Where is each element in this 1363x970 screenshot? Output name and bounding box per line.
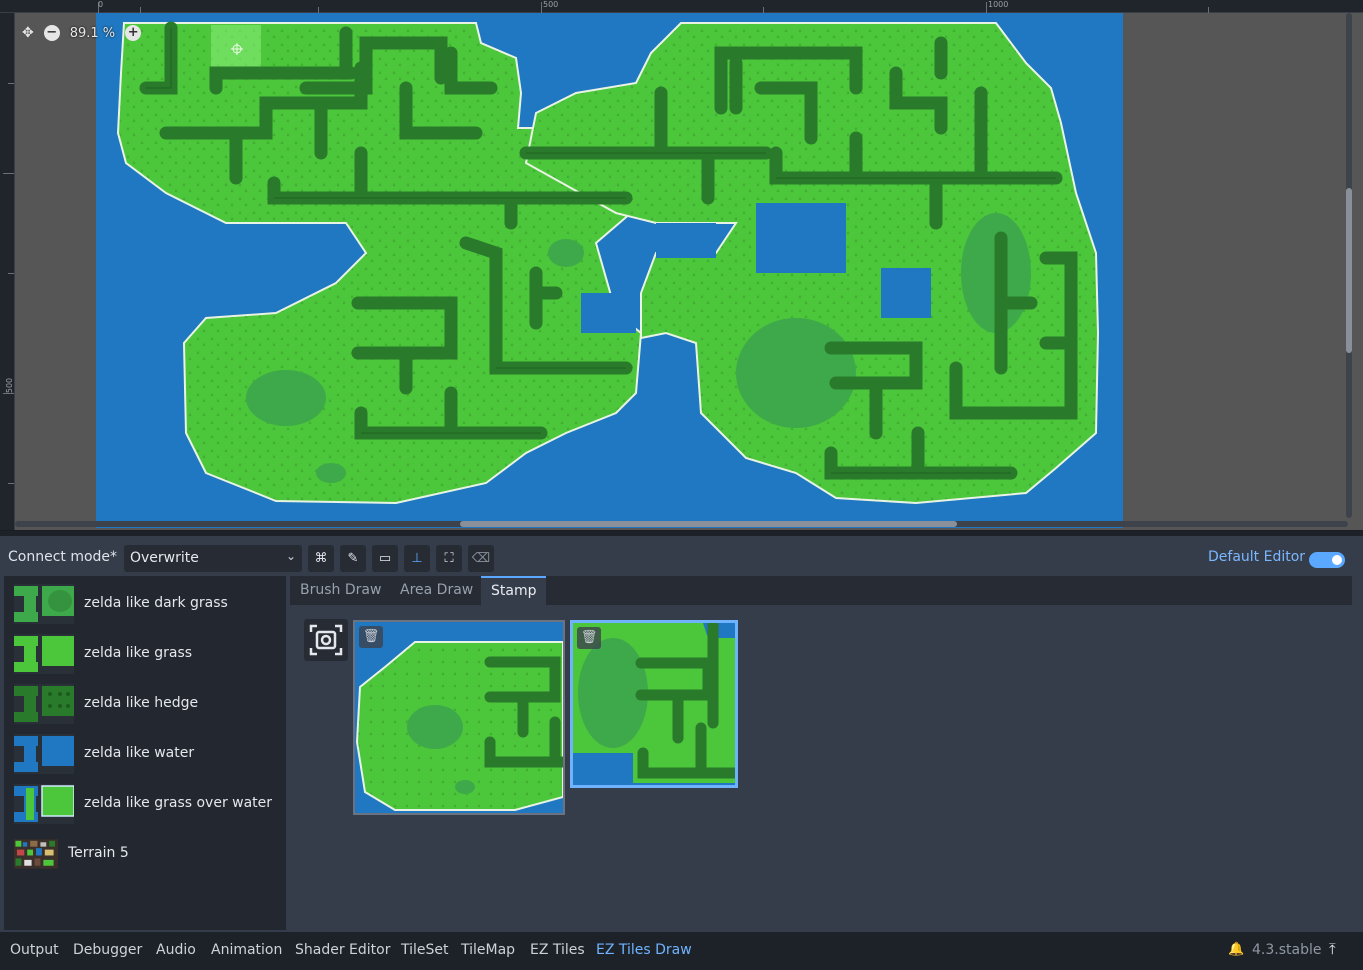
terrain-item[interactable]: zelda like dark grass <box>4 580 286 626</box>
ruler-label-left-500: 500 <box>5 377 15 394</box>
pencil-tool-button[interactable]: ✎ <box>340 545 366 572</box>
tilemap-canvas[interactable] <box>96 13 1123 528</box>
zoom-out-icon[interactable]: − <box>43 25 60 41</box>
dock-tileset[interactable]: TileSet <box>401 942 449 958</box>
default-editor-label: Default Editor <box>1208 549 1306 565</box>
dock-output[interactable]: Output <box>10 942 59 958</box>
draw-mode-tabs: Brush Draw Area Draw Stamp <box>290 576 1352 605</box>
terrain-hedge-thumbnail <box>14 684 74 724</box>
terrain-label: zelda like grass over water <box>84 795 273 811</box>
terrain-item[interactable]: zelda like water <box>4 730 286 776</box>
terrain-dark-grass-thumbnail <box>14 584 74 624</box>
trash-icon: 🗑 <box>580 630 598 645</box>
connect-icon: ⌘ <box>314 551 328 566</box>
rectangle-tool-button[interactable]: ▭ <box>372 545 398 572</box>
tab-brush-draw[interactable]: Brush Draw <box>290 576 391 605</box>
line-tool-button[interactable]: ⊥ <box>404 545 430 572</box>
stamp-area: 🗑 🗑 <box>290 605 1352 930</box>
terrain-item[interactable]: zelda like hedge <box>4 680 286 726</box>
terrain-label: Terrain 5 <box>68 845 129 861</box>
dock-debugger[interactable]: Debugger <box>73 942 142 958</box>
dock-audio[interactable]: Audio <box>156 942 196 958</box>
pencil-icon: ✎ <box>347 551 359 566</box>
connect-mode-value: Overwrite <box>130 550 199 566</box>
ruler-label-0: 0 <box>98 0 104 9</box>
rectangle-icon: ▭ <box>378 551 392 566</box>
stamp-thumbnail-selected[interactable]: 🗑 <box>570 620 738 788</box>
notification-bell-icon[interactable]: 🔔 <box>1228 942 1244 958</box>
ez-tiles-draw-panel: Connect mode* Overwrite ⌄ ⌘ ✎ ▭ ⊥ ⛶ ⌫ De… <box>0 536 1363 932</box>
terrain-label: zelda like dark grass <box>84 595 228 611</box>
terrain-water-thumbnail <box>14 734 74 774</box>
eraser-icon: ⌫ <box>471 551 491 566</box>
horizontal-scrollbar[interactable] <box>15 521 1348 527</box>
connect-mode-select[interactable]: Overwrite ⌄ <box>124 545 302 572</box>
ruler-label-500: 500 <box>543 0 559 9</box>
dock-animation[interactable]: Animation <box>211 942 282 958</box>
terrain-label: zelda like grass <box>84 645 193 661</box>
expand-panel-icon[interactable]: ⤒ <box>1329 940 1347 958</box>
version-label: 4.3.stable <box>1252 942 1322 958</box>
terrain-grass-over-water-thumbnail <box>14 784 74 824</box>
capture-icon <box>309 624 343 656</box>
stamp-capture-tool-button[interactable]: ⛶ <box>436 545 462 572</box>
capture-stamp-button[interactable] <box>304 619 348 661</box>
ruler-top: 0 500 1000 <box>0 0 1363 13</box>
dock-ez-tiles-draw[interactable]: EZ Tiles Draw <box>596 942 692 958</box>
trash-icon: 🗑 <box>362 629 380 644</box>
ruler-left: 500 <box>0 13 15 530</box>
horizontal-scrollbar-thumb[interactable] <box>460 521 957 527</box>
default-editor-toggle[interactable] <box>1309 552 1345 568</box>
terrain-grass-thumbnail <box>14 634 74 674</box>
zoom-in-icon[interactable]: + <box>125 25 142 41</box>
dock-ez-tiles[interactable]: EZ Tiles <box>530 942 585 958</box>
terrain-5-thumbnail <box>14 839 58 869</box>
dock-shader-editor[interactable]: Shader Editor <box>295 942 390 958</box>
stamp-thumbnail[interactable]: 🗑 <box>353 620 565 815</box>
terrain-item[interactable]: Terrain 5 <box>4 830 286 876</box>
eraser-tool-button[interactable]: ⌫ <box>468 545 494 572</box>
terrain-item[interactable]: zelda like grass <box>4 630 286 676</box>
tab-stamp[interactable]: Stamp <box>481 576 547 605</box>
terrain-item[interactable]: zelda like grass over water <box>4 780 286 826</box>
dock-tilemap[interactable]: TileMap <box>461 942 515 958</box>
vertical-scrollbar[interactable] <box>1346 13 1352 518</box>
connect-mode-label: Connect mode* <box>8 549 118 565</box>
chevron-down-icon: ⌄ <box>285 549 296 563</box>
line-icon: ⊥ <box>411 551 423 566</box>
stamp-preview-1 <box>355 622 563 813</box>
terrain-label: zelda like hedge <box>84 695 199 711</box>
tilemap-viewport[interactable]: 0 500 1000 500 ✥ − 89.1 % + <box>0 0 1363 531</box>
zoom-level[interactable]: 89.1 % <box>70 26 115 41</box>
zoom-controls: ✥ − 89.1 % + <box>22 22 142 44</box>
delete-stamp-button[interactable]: 🗑 <box>577 627 601 649</box>
terrain-label: zelda like water <box>84 745 195 761</box>
tab-area-draw[interactable]: Area Draw <box>390 576 483 605</box>
delete-stamp-button[interactable]: 🗑 <box>359 626 383 648</box>
terrain-list[interactable]: zelda like dark grass zelda like grass z… <box>4 576 286 930</box>
stamp-capture-icon: ⛶ <box>444 551 454 566</box>
vertical-scrollbar-thumb[interactable] <box>1346 188 1352 353</box>
connect-tool-button[interactable]: ⌘ <box>308 545 334 572</box>
ruler-label-1000: 1000 <box>988 0 1009 9</box>
center-view-icon[interactable]: ✥ <box>22 25 34 41</box>
bottom-dock: Output Debugger Audio Animation Shader E… <box>0 932 1363 970</box>
draw-toolbar: Connect mode* Overwrite ⌄ ⌘ ✎ ▭ ⊥ ⛶ ⌫ De… <box>0 540 1363 574</box>
